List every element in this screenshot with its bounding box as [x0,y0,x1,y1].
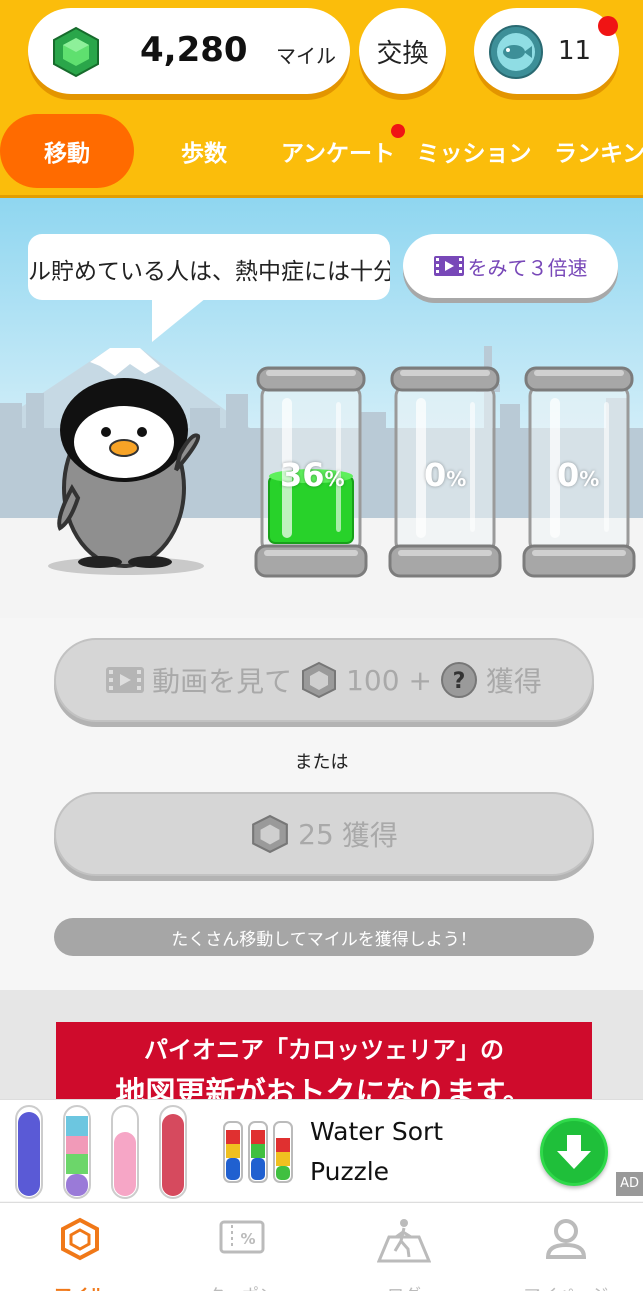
bottom-nav: マイル % クーポン ログ マイページ [0,1202,643,1291]
promo-line2: 地図更新がおトクになります。 [115,1076,533,1102]
tab-mission[interactable]: ミッション [414,114,534,188]
watch-video-button[interactable]: 動画を見て 100 + ? 獲得 [54,638,594,722]
coin-count: 11 [558,36,592,66]
ad-tubes-image [15,1105,187,1199]
video-icon [106,667,145,693]
survey-badge [391,124,405,138]
tab-survey[interactable]: アンケート [278,114,398,188]
tab-ranking[interactable]: ランキング [554,114,643,188]
video-label-pre: 動画を見て [152,665,293,698]
ticker-text: ル貯めている人は、熱中症には十分 [28,259,390,285]
walking-log-icon [377,1219,431,1263]
claim-label: 獲得 [341,819,398,852]
fish-coin-icon [489,25,543,79]
claim-button[interactable]: 25 獲得 [54,792,594,876]
mile-scene: ル貯めている人は、熱中症には十分 をみて３倍速 36% 0% 0% 動画を見て … [0,198,643,990]
nav-mypage[interactable]: マイページ [486,1203,643,1291]
nav-coupon[interactable]: % クーポン [162,1203,322,1291]
miles-value: 4,280 [140,30,248,70]
miles-balance[interactable]: 4,280 マイル [28,8,350,94]
svg-text:?: ? [453,669,466,694]
download-button[interactable] [540,1118,608,1186]
nav-coupon-label: クーポン [162,1281,322,1291]
gem-icon [53,26,99,78]
ad-banner[interactable]: Water Sort Puzzle AD [0,1099,643,1201]
app-header: 4,280 マイル 交換 11 移動 歩数 アンケート ミッション ランキング [0,0,643,198]
tab-move[interactable]: 移動 [0,114,134,188]
jar-2-percent: 0% [424,456,467,494]
speech-bubble: ル貯めている人は、熱中症には十分 [28,234,390,300]
notification-badge [598,16,618,36]
exchange-button[interactable]: 交換 [359,8,446,94]
fish-coin-balance[interactable]: 11 [474,8,619,94]
svg-text:%: % [240,1230,255,1248]
miles-unit: マイル [276,44,336,68]
speed-up-label: をみて３倍速 [467,255,588,280]
video-label-post: 獲得 [485,665,542,698]
nav-log[interactable]: ログ [324,1203,484,1291]
coupon-icon: % [219,1220,265,1254]
ad-title: Water Sort Puzzle [310,1117,444,1186]
tab-steps[interactable]: 歩数 [150,114,258,188]
or-text: または [294,752,349,773]
hint-bar: たくさん移動してマイルを獲得しよう！ [54,918,594,956]
ad-app-icon [223,1121,293,1183]
video-icon [433,256,464,276]
gem-outline-icon [61,1217,99,1261]
promo-area: パイオニア「カロッツェリア」の 地図更新がおトクになります。 [0,990,643,1102]
download-arrow-icon [557,1135,591,1169]
nav-miles[interactable]: マイル [0,1203,160,1291]
promo-line1: パイオニア「カロッツェリア」の [144,1036,504,1064]
video-amount: 100 + [346,663,432,697]
nav-mypage-label: マイページ [486,1281,643,1291]
speed-up-button[interactable]: をみて３倍速 [403,234,618,298]
question-icon: ? [440,662,477,698]
tab-bar: 移動 歩数 アンケート ミッション ランキング [0,114,643,188]
claim-amount: 25 [298,817,334,851]
promo-banner[interactable]: パイオニア「カロッツェリア」の 地図更新がおトクになります。 [56,1022,592,1102]
ad-badge: AD [616,1172,643,1196]
nav-miles-label: マイル [0,1281,160,1291]
speech-bubble-tail [152,298,206,342]
gray-gem-icon [302,661,337,699]
jar-3-percent: 0% [557,456,600,494]
jar-1-percent: 36% [280,456,345,494]
nav-log-label: ログ [324,1281,484,1291]
person-icon [545,1219,587,1259]
gray-gem-icon [252,814,289,854]
